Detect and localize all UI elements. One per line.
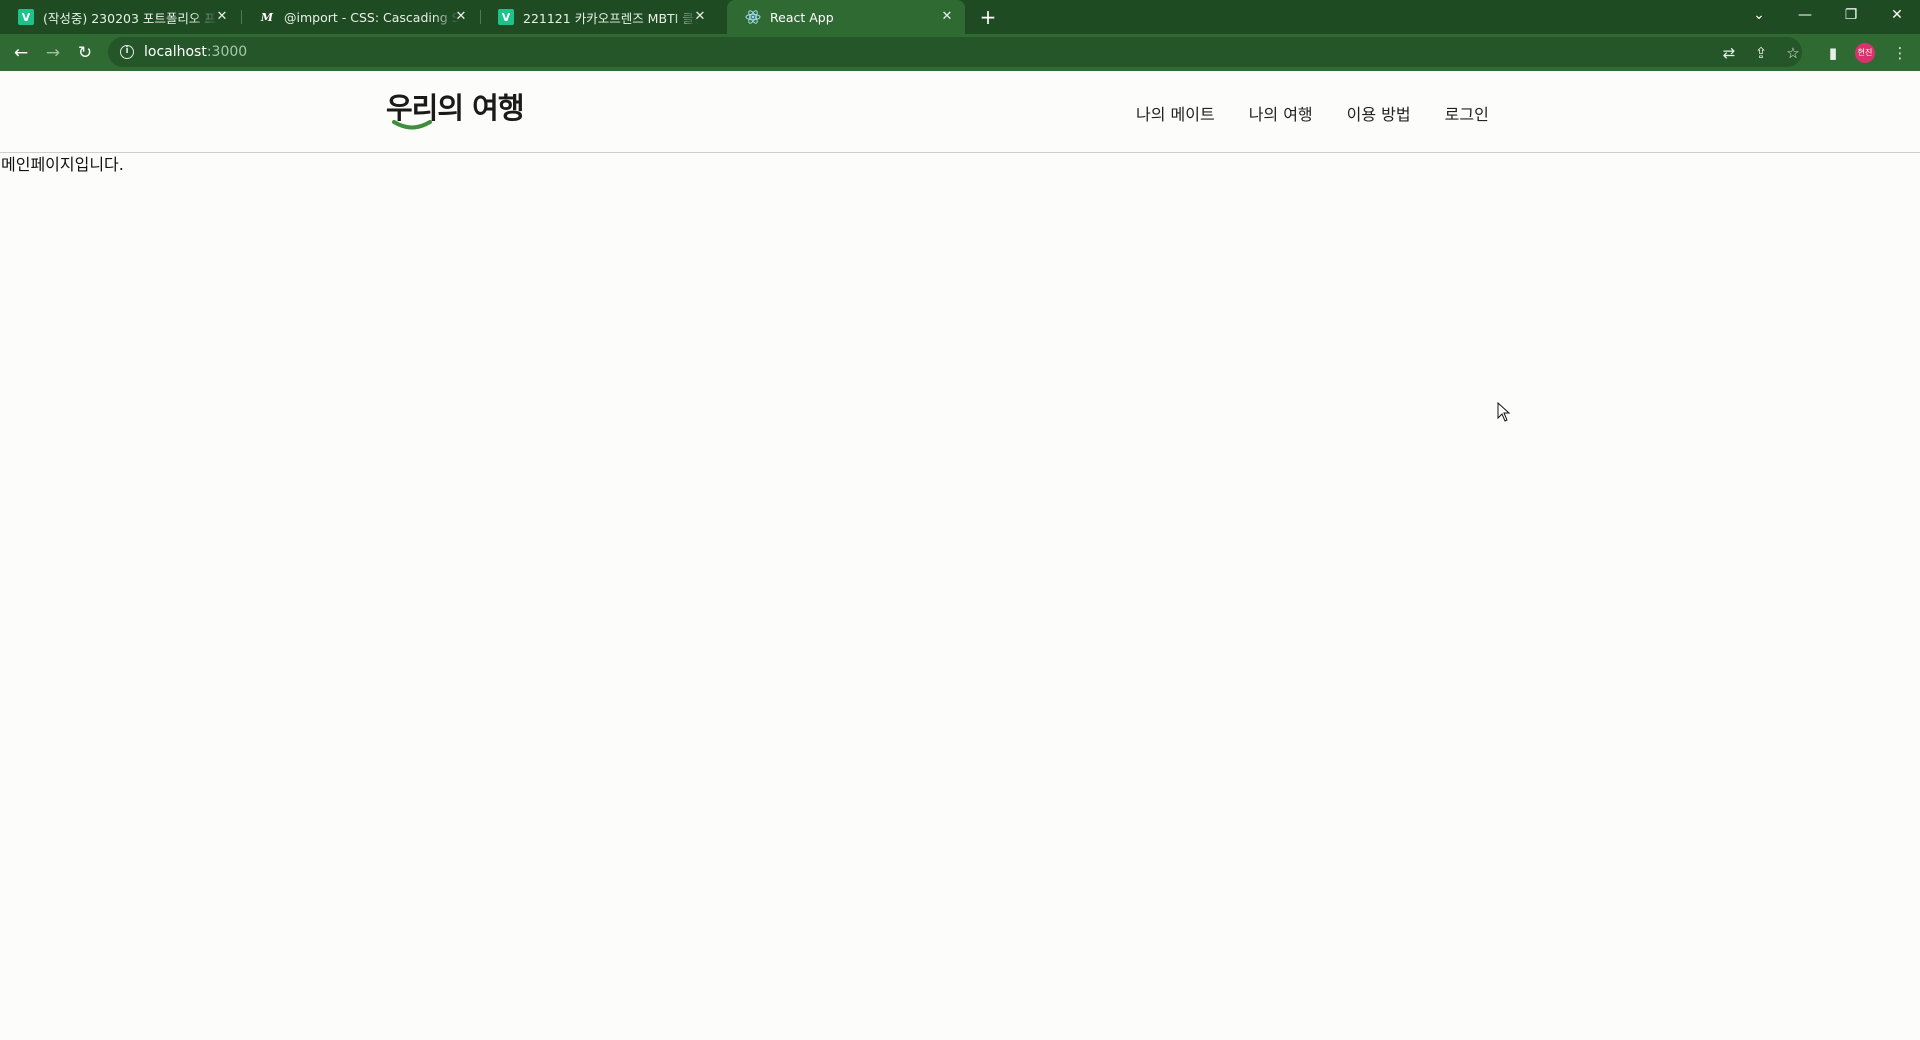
address-bar[interactable]: i localhost :3000 [108,37,1802,67]
kebab-menu-icon[interactable]: ⋮ [1887,40,1913,66]
site-info-icon[interactable]: i [120,45,134,59]
tab-title: 221121 카카오프렌즈 MBTI 클론 [523,10,698,26]
translate-icon[interactable]: ⇄ [1716,40,1742,66]
share-icon[interactable]: ⇪ [1748,40,1774,66]
url-port: :3000 [206,44,248,60]
react-icon [745,9,761,25]
smile-logo-icon [392,120,432,130]
tab-title: (작성중) 230203 포트폴리오 프로젝트 [43,10,218,26]
window-close-icon[interactable]: ✕ [1874,0,1920,30]
close-icon[interactable]: ✕ [453,9,469,25]
restore-icon[interactable]: ❐ [1828,0,1874,30]
velog-icon: V [498,9,514,25]
page-content: 우리의 여행 나의 메이트 나의 여행 이용 방법 로그인 메인페이지입니다. [0,71,1920,1040]
nav-my-trip[interactable]: 나의 여행 [1249,101,1313,125]
tab-strip: V (작성중) 230203 포트폴리오 프로젝트 ✕ M @import - … [0,0,1920,34]
back-arrow-icon[interactable]: ← [8,40,34,66]
tab-search-chevron-icon[interactable]: ⌄ [1736,0,1782,30]
browser-toolbar: ← → ↻ i localhost :3000 ⇄ ⇪ ☆ ▮ 현진 ⋮ [0,34,1920,71]
tab-velog-portfolio[interactable]: V (작성중) 230203 포트폴리오 프로젝트 ✕ [0,0,240,34]
minimize-icon[interactable]: — [1782,0,1828,30]
main-nav: 나의 메이트 나의 여행 이용 방법 로그인 [1136,101,1523,125]
tab-react-app[interactable]: React App ✕ [727,0,965,34]
tab-title: @import - CSS: Cascading Style Sheets [284,9,459,25]
bookmark-star-icon[interactable]: ☆ [1780,40,1806,66]
tab-title: React App [770,9,834,25]
mouse-cursor-icon [1497,402,1511,422]
close-icon[interactable]: ✕ [692,9,708,25]
nav-how-to-use[interactable]: 이용 방법 [1347,101,1411,125]
mdn-icon: M [260,10,274,24]
nav-login[interactable]: 로그인 [1445,101,1489,125]
close-icon[interactable]: ✕ [214,9,230,25]
tab-velog-mbti[interactable]: V 221121 카카오프렌즈 MBTI 클론 ✕ [480,0,718,34]
url-host: localhost [144,44,207,60]
main-page-text: 메인페이지입니다. [1,155,124,174]
site-logo[interactable]: 우리의 여행 [386,85,524,130]
nav-my-mate[interactable]: 나의 메이트 [1136,101,1215,125]
reload-icon[interactable]: ↻ [72,40,98,66]
site-header: 우리의 여행 나의 메이트 나의 여행 이용 방법 로그인 [0,71,1920,153]
velog-icon: V [18,9,34,25]
side-panel-icon[interactable]: ▮ [1820,40,1846,66]
tab-mdn-import[interactable]: M @import - CSS: Cascading Style Sheets … [241,0,479,34]
avatar[interactable]: 현진 [1855,43,1875,63]
close-icon[interactable]: ✕ [939,9,955,25]
forward-arrow-icon[interactable]: → [40,40,66,66]
new-tab-button[interactable]: + [976,5,1000,29]
